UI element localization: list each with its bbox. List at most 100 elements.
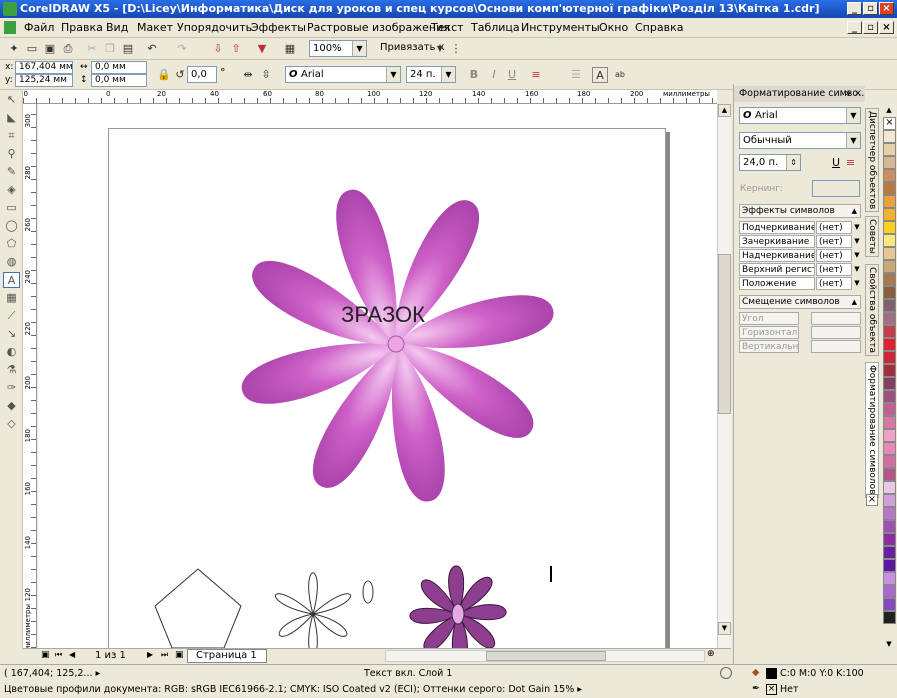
undo-icon[interactable]: ↶ <box>144 41 160 57</box>
palette-swatch[interactable] <box>883 429 896 442</box>
italic-icon[interactable]: I <box>486 67 502 83</box>
menu-edit[interactable]: Правка <box>61 21 103 34</box>
mirror-h-icon[interactable]: ⇹ <box>240 67 256 83</box>
vertical-ruler[interactable]: 300 280 260 240 220 200 180 160 140 120 … <box>23 104 37 648</box>
palette-swatch[interactable] <box>883 325 896 338</box>
outline-none-swatch[interactable]: × <box>766 684 777 695</box>
menu-arrange[interactable]: Упорядочить <box>177 21 252 34</box>
palette-swatch[interactable] <box>883 559 896 572</box>
palette-swatch[interactable] <box>883 533 896 546</box>
palette-swatch[interactable] <box>883 481 896 494</box>
vertical-scrollbar[interactable]: ▲ ▼ <box>717 104 731 648</box>
shift-row[interactable]: Вертикальн... <box>739 340 861 354</box>
palette-swatch[interactable] <box>883 455 896 468</box>
print-icon[interactable]: ⎙ <box>60 41 76 57</box>
save-icon[interactable]: ▣ <box>42 41 58 57</box>
h-scroll-thumb[interactable] <box>486 651 606 661</box>
palette-swatch[interactable] <box>883 598 896 611</box>
palette-swatch[interactable] <box>883 130 896 143</box>
palette-swatch[interactable] <box>883 403 896 416</box>
palette-swatch[interactable] <box>883 364 896 377</box>
shift-header[interactable]: Смещение символов ▲ <box>739 295 861 309</box>
zoom-select[interactable]: 100% ▼ <box>309 40 367 57</box>
menu-bitmaps[interactable]: Растровые изображения <box>307 21 450 34</box>
palette-swatch[interactable] <box>883 468 896 481</box>
open-icon[interactable]: ▭ <box>24 41 40 57</box>
palette-swatch[interactable] <box>883 572 896 585</box>
menu-layout[interactable]: Макет <box>137 21 173 34</box>
horizontal-scrollbar[interactable] <box>385 650 705 662</box>
vertical-text-icon[interactable]: ab <box>612 67 628 83</box>
polygon-tool-icon[interactable]: ⬠ <box>3 236 20 252</box>
menu-view[interactable]: Вид <box>106 21 128 34</box>
menu-table[interactable]: Таблица <box>471 21 520 34</box>
effect-row[interactable]: Положение (нет) ▼ <box>739 277 861 291</box>
edit-text-icon[interactable]: A <box>592 67 608 83</box>
palette-swatch[interactable] <box>883 546 896 559</box>
interactive-fill-icon[interactable]: ◇ <box>3 416 20 432</box>
tab-object-manager[interactable]: Диспетчер объектов <box>865 108 879 213</box>
paste-icon[interactable]: ▤ <box>120 41 136 57</box>
font-select[interactable]: O Arial ▼ <box>285 66 401 83</box>
horizontal-ruler[interactable]: 20 0 20 40 60 80 100 120 140 160 180 200… <box>23 90 717 104</box>
bullets-icon[interactable]: ☰ <box>568 67 584 83</box>
palette-swatch[interactable] <box>883 260 896 273</box>
next-page-button[interactable]: ▶ <box>147 650 153 659</box>
options-icon[interactable]: ⋮ <box>448 41 464 57</box>
angle-field[interactable]: 0,0 <box>187 66 217 83</box>
palette-swatch[interactable] <box>883 585 896 598</box>
zoom-tool-icon[interactable]: ⚲ <box>3 146 20 162</box>
text-tool-icon[interactable]: A <box>3 272 20 288</box>
table-tool-icon[interactable]: ▦ <box>3 290 20 306</box>
effect-row[interactable]: Верхний регистр (нет) ▼ <box>739 263 861 277</box>
palette-swatch[interactable] <box>883 416 896 429</box>
palette-swatch[interactable] <box>883 338 896 351</box>
lock-ratio-icon[interactable]: 🔒 <box>156 67 172 83</box>
eyedropper-icon[interactable]: ⚗ <box>3 362 20 378</box>
menu-help[interactable]: Справка <box>635 21 683 34</box>
add-page-end-icon[interactable]: ▣ <box>175 650 184 660</box>
tabs-close-icon[interactable]: × <box>866 494 878 506</box>
mirror-v-icon[interactable]: ⇳ <box>258 67 274 83</box>
effect-row[interactable]: Подчеркивание (нет) ▼ <box>739 221 861 235</box>
scroll-thumb[interactable] <box>718 254 731 414</box>
width-field[interactable]: 0,0 мм <box>91 61 147 74</box>
prev-page-button[interactable]: ◀ <box>69 650 75 659</box>
palette-swatch[interactable] <box>883 143 896 156</box>
spinner-icon[interactable]: ⇕ <box>786 155 800 170</box>
color-proof-icon[interactable] <box>720 667 732 679</box>
dimension-tool-icon[interactable]: ⟋ <box>3 308 20 324</box>
add-page-icon[interactable]: ▣ <box>41 650 50 660</box>
menu-file[interactable]: Файл <box>24 21 54 34</box>
docker-close-icon[interactable]: × <box>854 86 862 102</box>
y-field[interactable]: 125,24 мм <box>15 74 73 87</box>
close-button[interactable]: × <box>879 2 894 15</box>
snap-dropdown-icon[interactable]: ▼ <box>432 41 448 57</box>
tab-object-properties[interactable]: Свойства объекта <box>865 264 879 356</box>
kerning-field[interactable] <box>812 180 860 197</box>
palette-swatch[interactable] <box>883 507 896 520</box>
height-field[interactable]: 0,0 мм <box>91 74 147 87</box>
launcher-icon[interactable]: ▦ <box>282 41 298 57</box>
palette-swatch[interactable] <box>883 520 896 533</box>
publish-pdf-icon[interactable]: ▼ <box>254 41 270 57</box>
docker-size-field[interactable]: 24,0 п. ⇕ <box>739 154 801 171</box>
doc-close-button[interactable]: × <box>879 21 894 34</box>
palette-swatch[interactable] <box>883 208 896 221</box>
pick-tool-icon[interactable]: ↖ <box>3 92 20 108</box>
shape-tool-icon[interactable]: ◣ <box>3 110 20 126</box>
menu-text[interactable]: Текст <box>431 21 464 34</box>
x-field[interactable]: 167,404 мм <box>15 61 73 74</box>
fill-swatch[interactable] <box>766 668 777 679</box>
palette-swatch[interactable] <box>883 273 896 286</box>
scroll-up-button[interactable]: ▲ <box>718 104 731 117</box>
fill-tool-icon[interactable]: ◆ <box>3 398 20 414</box>
doc-restore-button[interactable]: ▫ <box>863 21 878 34</box>
outline-pen-icon[interactable]: ✑ <box>3 380 20 396</box>
palette-swatch[interactable] <box>883 377 896 390</box>
rectangle-tool-icon[interactable]: ▭ <box>3 200 20 216</box>
connector-tool-icon[interactable]: ↘ <box>3 326 20 342</box>
maximize-button[interactable]: ▫ <box>863 2 878 15</box>
effect-row[interactable]: Надчеркивание (нет) ▼ <box>739 249 861 263</box>
palette-swatch[interactable] <box>883 390 896 403</box>
